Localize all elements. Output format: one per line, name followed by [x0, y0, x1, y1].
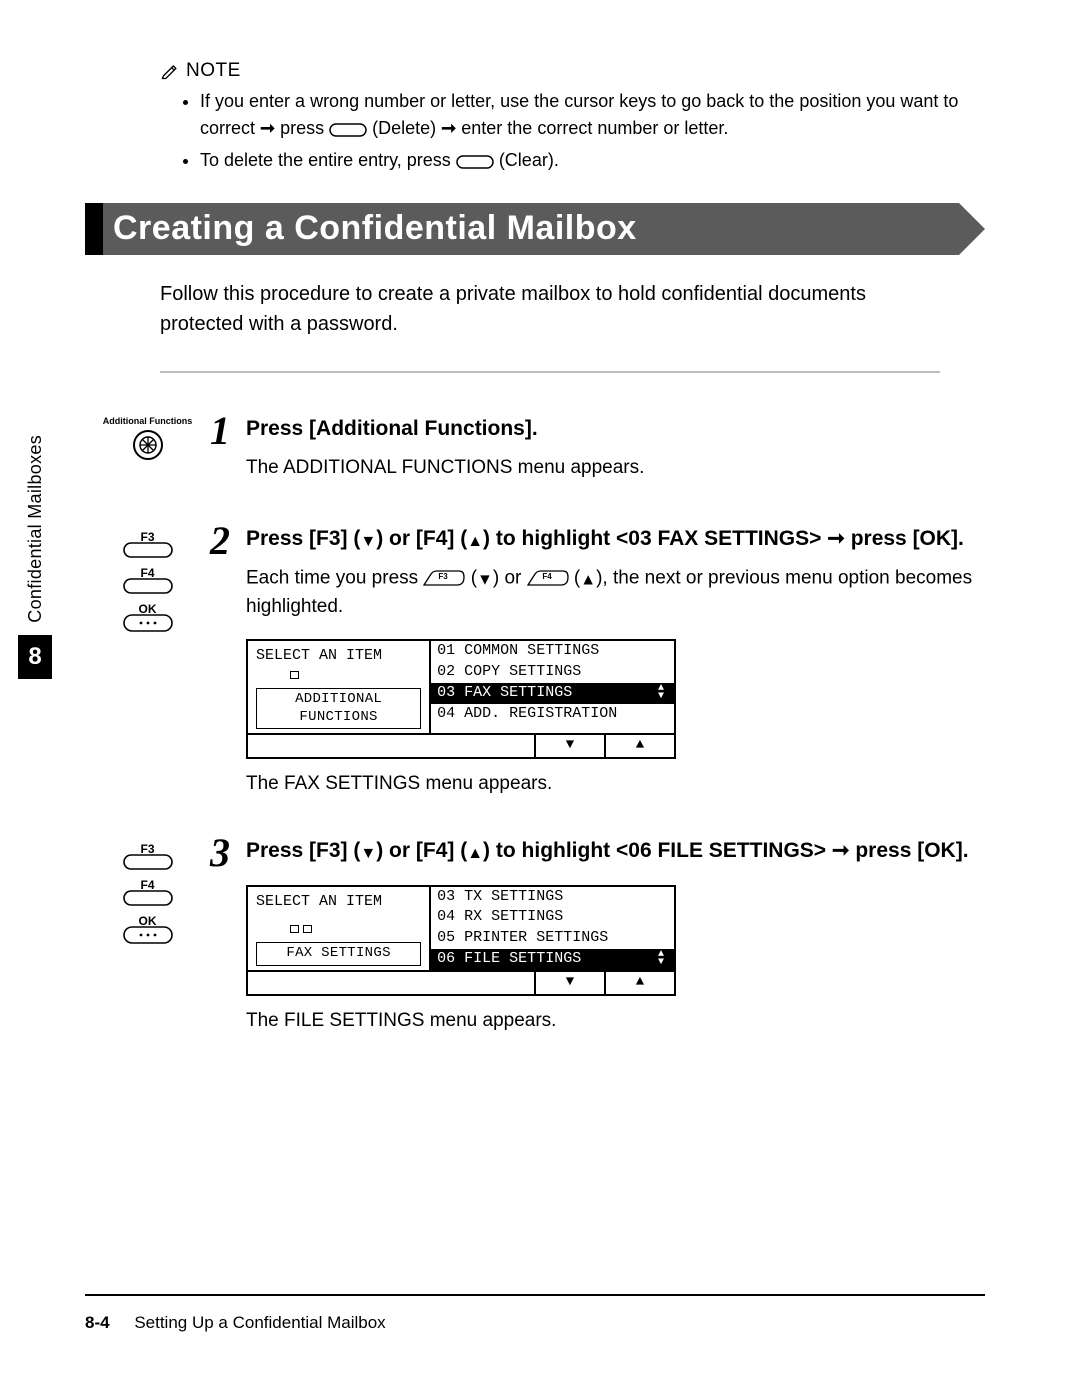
- scroll-indicator-icon: ▲▼: [654, 951, 668, 967]
- step-3-after-text: The FILE SETTINGS menu appears.: [246, 1010, 985, 1032]
- note-bullet-2: To delete the entire entry, press (Clear…: [200, 147, 985, 175]
- footer-rule: [85, 1294, 985, 1296]
- ok-key-icon: [123, 926, 173, 944]
- up-triangle-icon: ▲: [467, 845, 483, 862]
- step-number: 2: [210, 521, 246, 561]
- step-3: F3 F4 OK 3 Press [F3] (▼) or [F4] (▲) to…: [85, 835, 985, 1032]
- lcd-up-button: ▲: [604, 972, 674, 994]
- divider: [160, 371, 940, 373]
- footer-title: Setting Up a Confidential Mailbox: [134, 1313, 385, 1332]
- f4-inline-key-icon: F4: [527, 564, 569, 593]
- lcd-menu-name: FAX SETTINGS: [256, 942, 421, 966]
- arrow-right-icon: ➞: [832, 839, 850, 862]
- lcd-item-highlighted: 03 FAX SETTINGS▲▼: [431, 683, 674, 704]
- step-1-text: The ADDITIONAL FUNCTIONS menu appears.: [246, 454, 985, 483]
- arrow-right-icon: ➞: [441, 118, 456, 138]
- note-block: NOTE If you enter a wrong number or lett…: [160, 60, 985, 175]
- lcd-item: 04 ADD. REGISTRATION: [431, 704, 674, 725]
- f3-key-icon: [123, 854, 173, 870]
- lcd-item: 04 RX SETTINGS: [431, 907, 674, 928]
- lcd-breadcrumb-icons: [256, 920, 421, 938]
- additional-functions-button-icon: [85, 428, 210, 467]
- step-number: 3: [210, 833, 246, 873]
- f3-inline-key-icon: F3: [423, 564, 465, 593]
- note-bullet-1: If you enter a wrong number or letter, u…: [200, 88, 985, 143]
- banner-arrow-icon: [959, 203, 985, 255]
- page: Confidential Mailboxes 8 NOTE If you ent…: [0, 0, 1080, 1388]
- delete-key-icon: [329, 116, 367, 143]
- note-heading: NOTE: [186, 60, 241, 82]
- ok-key-icon: [123, 614, 173, 632]
- down-triangle-icon: ▼: [360, 845, 376, 862]
- lcd-prompt: SELECT AN ITEM: [256, 893, 421, 921]
- step-2-heading: Press [F3] (▼) or [F4] (▲) to highlight …: [246, 523, 985, 555]
- lcd-item: 03 TX SETTINGS: [431, 887, 674, 908]
- lcd-screen-fax-settings: SELECT AN ITEM FAX SETTINGS 03 TX SETTIN…: [246, 885, 676, 996]
- step-2-text: Each time you press F3 (▼) or F4 (▲), th…: [246, 564, 985, 621]
- down-triangle-icon: ▼: [360, 533, 376, 550]
- up-triangle-icon: ▲: [580, 571, 596, 588]
- down-triangle-icon: ▼: [566, 974, 574, 992]
- lcd-breadcrumb-icons: [256, 666, 421, 684]
- section-banner: Creating a Confidential Mailbox: [85, 203, 985, 255]
- scroll-indicator-icon: ▲▼: [654, 685, 668, 701]
- lcd-down-button: ▼: [534, 735, 604, 757]
- step-2-after-text: The FAX SETTINGS menu appears.: [246, 773, 985, 795]
- lcd-item: 01 COMMON SETTINGS: [431, 641, 674, 662]
- step-1-heading: Press [Additional Functions].: [246, 413, 985, 445]
- lcd-item: 02 COPY SETTINGS: [431, 662, 674, 683]
- f4-key-icon: [123, 890, 173, 906]
- lcd-item-highlighted: 06 FILE SETTINGS▲▼: [431, 949, 674, 970]
- svg-text:F3: F3: [439, 572, 449, 581]
- lcd-menu-name: ADDITIONAL FUNCTIONS: [256, 688, 421, 729]
- down-triangle-icon: ▼: [477, 571, 493, 588]
- lcd-screen-additional-functions: SELECT AN ITEM ADDITIONAL FUNCTIONS 01 C…: [246, 639, 676, 759]
- step-3-heading: Press [F3] (▼) or [F4] (▲) to highlight …: [246, 835, 985, 867]
- page-footer: 8-4 Setting Up a Confidential Mailbox: [85, 1313, 386, 1333]
- arrow-right-icon: ➞: [260, 118, 275, 138]
- arrow-right-icon: ➞: [827, 527, 845, 550]
- f4-key-icon: [123, 578, 173, 594]
- step-number: 1: [210, 411, 246, 451]
- section-title: Creating a Confidential Mailbox: [103, 203, 959, 255]
- lcd-down-button: ▼: [534, 972, 604, 994]
- down-triangle-icon: ▼: [566, 737, 574, 755]
- step-1: Additional Functions 1 Press [Additio: [85, 413, 985, 483]
- step-2: F3 F4 OK 2 Press [F3] (▼) or [F4] (▲) to…: [85, 523, 985, 796]
- note-pencil-icon: [160, 61, 180, 81]
- clear-key-icon: [456, 148, 494, 175]
- side-tab-label: Confidential Mailboxes: [25, 435, 46, 623]
- up-triangle-icon: ▲: [636, 974, 644, 992]
- additional-functions-label: Additional Functions: [85, 417, 210, 426]
- f3-key-icon: [123, 542, 173, 558]
- lcd-up-button: ▲: [604, 735, 674, 757]
- up-triangle-icon: ▲: [636, 737, 644, 755]
- side-tab-chapter-number: 8: [18, 635, 52, 679]
- key-stack: F3 F4 OK: [123, 839, 173, 953]
- page-number: 8-4: [85, 1313, 110, 1332]
- svg-text:F4: F4: [542, 572, 552, 581]
- section-intro: Follow this procedure to create a privat…: [160, 279, 920, 339]
- lcd-item: 05 PRINTER SETTINGS: [431, 928, 674, 949]
- lcd-prompt: SELECT AN ITEM: [256, 647, 421, 666]
- up-triangle-icon: ▲: [467, 533, 483, 550]
- side-tab: Confidential Mailboxes 8: [18, 435, 52, 679]
- key-stack: F3 F4 OK: [123, 527, 173, 641]
